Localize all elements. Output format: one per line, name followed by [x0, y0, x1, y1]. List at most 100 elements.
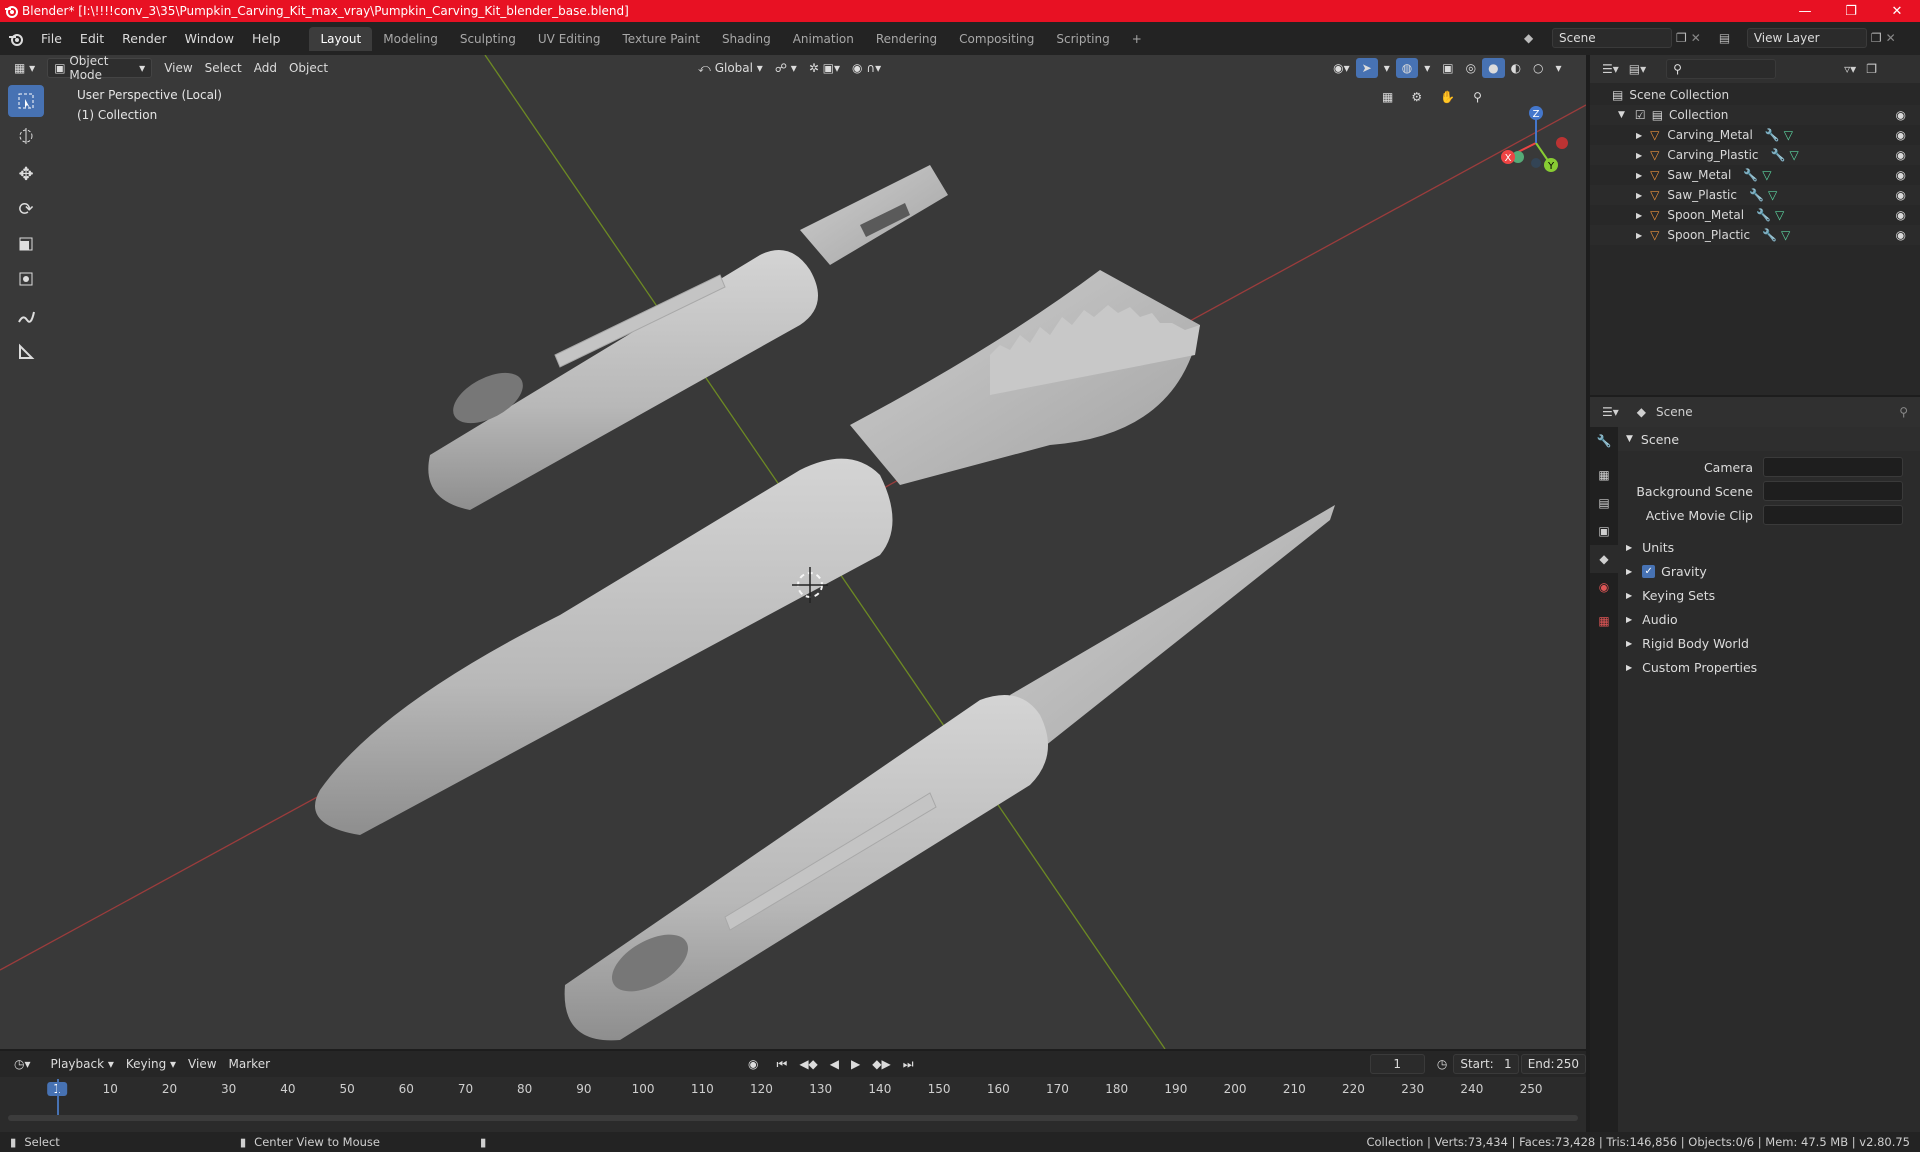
material-shading-icon[interactable]: ◐ [1505, 58, 1527, 78]
timeline-editor-icon[interactable]: ◷▾ [8, 1054, 37, 1074]
rotate-tool-icon[interactable]: ⟳ [8, 193, 44, 225]
output-tab-icon[interactable]: ▤ [1590, 489, 1618, 517]
menu-window[interactable]: Window [176, 28, 243, 50]
gravity-panel-header[interactable]: ▶ ✓ Gravity [1618, 559, 1920, 583]
menu-marker[interactable]: Marker [223, 1054, 276, 1074]
eye-icon[interactable]: ◉ [1896, 188, 1906, 202]
texture-tab-icon[interactable]: ▦ [1590, 607, 1618, 635]
navigation-gizmo[interactable]: X Y Z [1488, 95, 1586, 185]
tab-scripting[interactable]: Scripting [1045, 27, 1120, 51]
proportional-edit-icon[interactable]: ◉ ∩▾ [846, 58, 887, 78]
tab-compositing[interactable]: Compositing [948, 27, 1045, 51]
mode-selector[interactable]: ▣ Object Mode ▾ [47, 55, 153, 82]
eye-icon[interactable]: ◉ [1896, 208, 1906, 222]
menu-edit[interactable]: Edit [71, 28, 113, 50]
outliner-item-spoon-plactic[interactable]: ▶ ▽ Spoon_Plactic 🔧 ▽ ◉ [1590, 225, 1920, 245]
collection-checkbox-icon[interactable]: ☑ [1635, 108, 1646, 122]
solid-shading-icon[interactable]: ● [1482, 58, 1505, 78]
delete-scene-icon[interactable]: ✕ [1691, 31, 1701, 45]
world-tab-icon[interactable]: ◉ [1590, 573, 1618, 601]
expand-icon[interactable]: ▶ [1636, 151, 1642, 160]
menu-view[interactable]: View [158, 58, 198, 78]
expand-icon[interactable]: ▶ [1636, 231, 1642, 240]
eye-icon[interactable]: ◉ [1896, 128, 1906, 142]
mesh-data-icon[interactable]: ▽ [1789, 148, 1798, 162]
overlay-toggle-icon[interactable]: ◍ [1395, 58, 1419, 78]
outliner-collection[interactable]: ▼ ☑ ▤ Collection ◉ [1590, 105, 1920, 125]
custom-properties-panel-header[interactable]: ▶ Custom Properties [1618, 655, 1920, 679]
gizmo-dropdown-icon[interactable]: ▾ [1378, 58, 1396, 78]
current-frame-field[interactable]: 1 [1369, 1054, 1425, 1074]
blender-menu-icon[interactable] [0, 31, 32, 47]
measure-tool-icon[interactable] [8, 336, 44, 368]
audio-panel-header[interactable]: ▶ Audio [1618, 607, 1920, 631]
camera-view-icon[interactable]: ⚙ [1405, 87, 1428, 107]
play-icon[interactable]: ▶ [845, 1054, 866, 1074]
new-view-layer-icon[interactable]: ❐ [1871, 31, 1882, 45]
pivot-icon[interactable]: ☍ ▾ [769, 58, 803, 78]
jump-start-icon[interactable]: ⏮ [771, 1054, 794, 1074]
modifier-wrench-icon[interactable]: 🔧 [1749, 188, 1764, 202]
render-tab-icon[interactable]: ▦ [1590, 461, 1618, 489]
next-keyframe-icon[interactable]: ◆▶ [866, 1054, 896, 1074]
tab-shading[interactable]: Shading [711, 27, 782, 51]
shading-dropdown-icon[interactable]: ▾ [1550, 58, 1568, 78]
modifier-wrench-icon[interactable]: 🔧 [1743, 168, 1758, 182]
gravity-checkbox[interactable]: ✓ [1642, 564, 1656, 578]
expand-icon[interactable]: ▶ [1636, 191, 1642, 200]
tab-uv-editing[interactable]: UV Editing [527, 27, 612, 51]
expand-icon[interactable]: ▼ [1618, 110, 1625, 120]
display-mode-icon[interactable]: ▤▾ [1629, 62, 1646, 76]
add-workspace-icon[interactable]: + [1121, 27, 1153, 51]
expand-icon[interactable]: ▶ [1636, 171, 1642, 180]
menu-keying[interactable]: Keying ▾ [120, 1054, 182, 1074]
menu-file[interactable]: File [32, 28, 71, 50]
outliner-item-saw-metal[interactable]: ▶ ▽ Saw_Metal 🔧 ▽ ◉ [1590, 165, 1920, 185]
filter-icon[interactable]: ▿▾ [1844, 62, 1856, 76]
tab-sculpting[interactable]: Sculpting [449, 27, 527, 51]
viewport-scene[interactable] [0, 55, 1586, 1049]
tab-modeling[interactable]: Modeling [372, 27, 449, 51]
menu-select[interactable]: Select [199, 58, 248, 78]
timeline-ruler[interactable]: 1102030405060708090100110120130140150160… [0, 1079, 1586, 1099]
menu-object[interactable]: Object [283, 58, 334, 78]
overlay-dropdown-icon[interactable]: ▾ [1418, 58, 1436, 78]
modifier-wrench-icon[interactable]: 🔧 [1765, 128, 1780, 142]
modifier-wrench-icon[interactable]: 🔧 [1762, 228, 1777, 242]
properties-editor-icon[interactable]: ☰▾ [1602, 405, 1619, 419]
end-frame-field[interactable]: End: 250 [1520, 1054, 1587, 1074]
mesh-data-icon[interactable]: ▽ [1762, 168, 1771, 182]
tab-animation[interactable]: Animation [782, 27, 865, 51]
jump-end-icon[interactable]: ⏭ [897, 1054, 920, 1074]
menu-add[interactable]: Add [248, 58, 283, 78]
close-icon[interactable]: ✕ [1874, 0, 1920, 22]
prev-keyframe-icon[interactable]: ◀◆ [793, 1054, 823, 1074]
move-tool-icon[interactable]: ✥ [8, 158, 44, 190]
mesh-data-icon[interactable]: ▽ [1775, 208, 1784, 222]
rigid-body-world-panel-header[interactable]: ▶ Rigid Body World [1618, 631, 1920, 655]
rendered-shading-icon[interactable]: ○ [1527, 58, 1549, 78]
new-collection-icon[interactable]: ❐ [1866, 62, 1877, 76]
outliner-item-spoon-metal[interactable]: ▶ ▽ Spoon_Metal 🔧 ▽ ◉ [1590, 205, 1920, 225]
modifier-wrench-icon[interactable]: 🔧 [1756, 208, 1771, 222]
menu-help[interactable]: Help [243, 28, 290, 50]
tab-texture-paint[interactable]: Texture Paint [612, 27, 711, 51]
outliner-item-carving-plastic[interactable]: ▶ ▽ Carving_Plastic 🔧 ▽ ◉ [1590, 145, 1920, 165]
menu-playback[interactable]: Playback ▾ [45, 1054, 120, 1074]
scene-icon[interactable]: ◆ [1524, 31, 1548, 45]
camera-field[interactable] [1763, 457, 1903, 477]
view-layer-icon[interactable]: ▤ [1719, 31, 1743, 45]
orientation-selector[interactable]: ⤺ Global ▾ [692, 58, 769, 78]
expand-icon[interactable]: ▶ [1636, 211, 1642, 220]
outliner-editor-icon[interactable]: ☰▾ [1602, 62, 1619, 76]
keying-sets-panel-header[interactable]: ▶ Keying Sets [1618, 583, 1920, 607]
pin-icon[interactable]: ⚲ [1899, 405, 1908, 419]
mesh-data-icon[interactable]: ▽ [1781, 228, 1790, 242]
menu-timeline-view[interactable]: View [182, 1054, 222, 1074]
view-layer-selector[interactable]: View Layer [1746, 28, 1867, 48]
play-reverse-icon[interactable]: ◀ [824, 1054, 845, 1074]
select-box-tool-icon[interactable] [8, 85, 44, 117]
view-layer-tab-icon[interactable]: ▣ [1590, 517, 1618, 545]
gizmo-toggle-icon[interactable]: ➤ [1355, 58, 1378, 78]
scene-selector[interactable]: Scene [1552, 28, 1672, 48]
